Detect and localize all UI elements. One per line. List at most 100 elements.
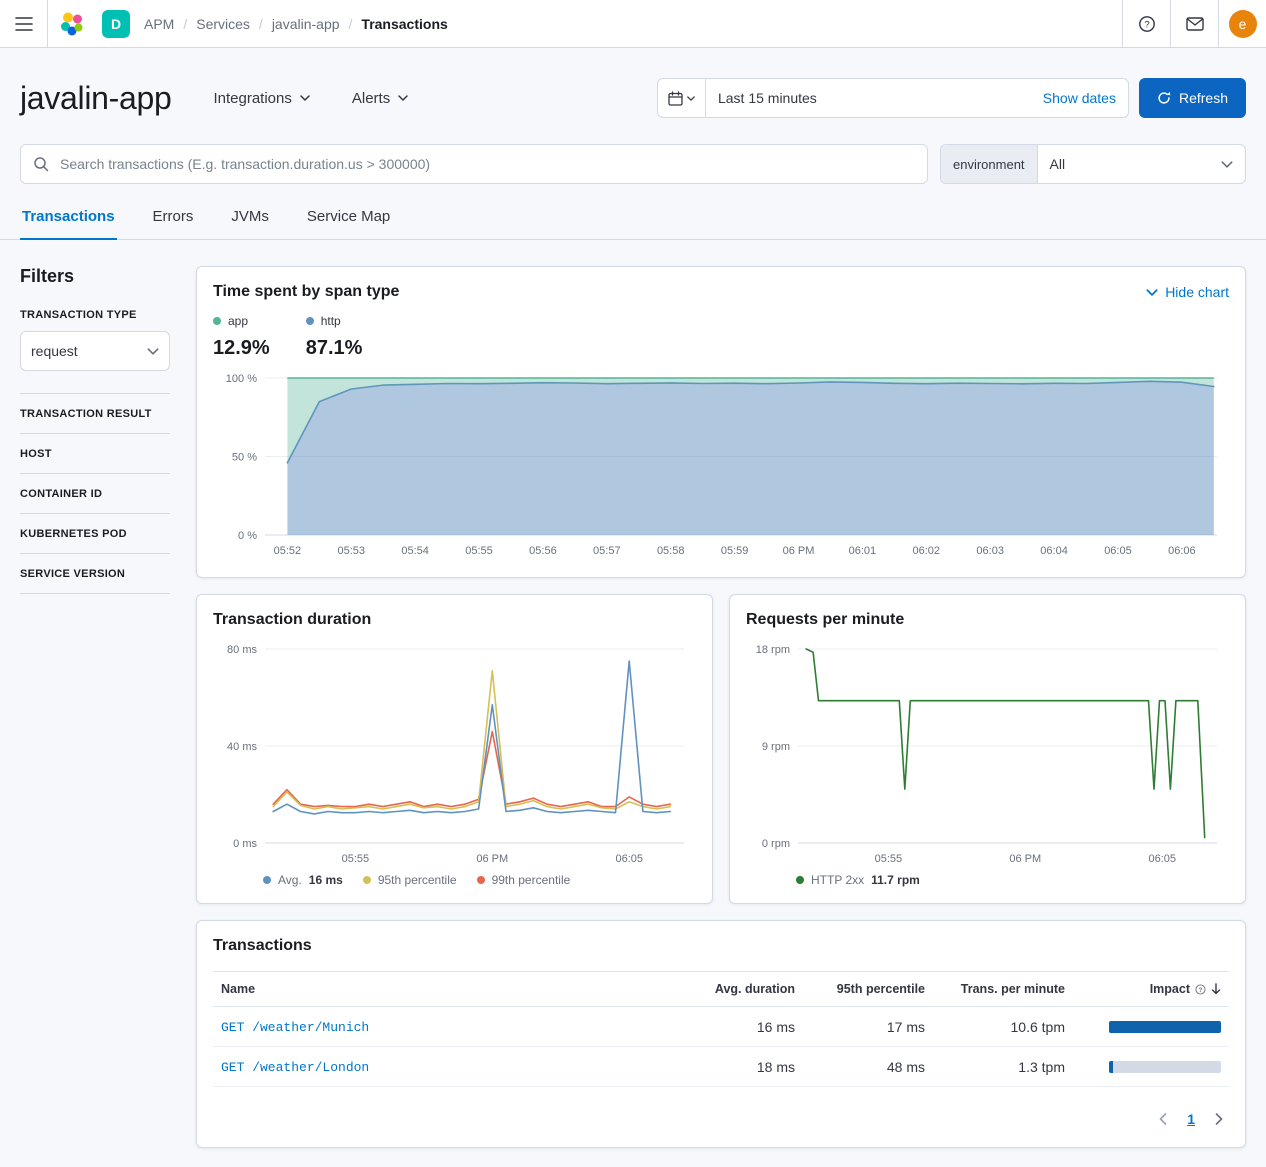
breadcrumb-separator: /: [349, 16, 353, 32]
tab-transactions[interactable]: Transactions: [20, 208, 117, 239]
breadcrumb-separator: /: [183, 16, 187, 32]
column-header-trans-per-minute[interactable]: Trans. per minute: [933, 972, 1073, 1006]
filter-section-service-version[interactable]: SERVICE VERSION: [20, 554, 170, 594]
requests-per-minute-title: Requests per minute: [746, 611, 1229, 629]
requests-per-minute-chart[interactable]: 18 rpm9 rpm0 rpm05:5506 PM06:05: [746, 637, 1229, 869]
next-page-button[interactable]: [1215, 1113, 1223, 1125]
breadcrumb-services[interactable]: Services: [196, 16, 250, 32]
alerts-label: Alerts: [352, 90, 390, 107]
integrations-label: Integrations: [213, 90, 291, 107]
hide-chart-link[interactable]: Hide chart: [1146, 284, 1229, 300]
column-header-95th-percentile[interactable]: 95th percentile: [803, 972, 933, 1006]
legend-item-http[interactable]: http: [306, 314, 363, 328]
tab-jvms[interactable]: JVMs: [229, 208, 271, 239]
transaction-link-london[interactable]: GET /weather/London: [221, 1060, 369, 1075]
impact-cell: [1073, 1010, 1229, 1044]
refresh-button[interactable]: Refresh: [1139, 78, 1246, 118]
svg-text:06:04: 06:04: [1040, 545, 1068, 557]
requests-per-minute-card: Requests per minute 18 rpm9 rpm0 rpm05:5…: [729, 594, 1246, 904]
column-header-name[interactable]: Name: [213, 972, 683, 1006]
elastic-logo[interactable]: [48, 0, 96, 47]
svg-text:05:59: 05:59: [721, 545, 749, 557]
filters-title: Filters: [20, 266, 170, 287]
avg-duration-value: 16 ms: [683, 1008, 803, 1046]
date-controls: Last 15 minutes Show dates Refresh: [657, 78, 1246, 118]
column-header-impact[interactable]: Impact ?: [1073, 972, 1229, 1006]
svg-text:06:02: 06:02: [913, 545, 941, 557]
topbar-actions: ? e: [1122, 0, 1266, 47]
transaction-type-label: TRANSACTION TYPE: [20, 309, 170, 321]
newsfeed-button[interactable]: [1170, 0, 1218, 47]
previous-page-button[interactable]: [1159, 1113, 1167, 1125]
tpm-value: 1.3 tpm: [933, 1048, 1073, 1086]
transactions-table-header: Name Avg. duration 95th percentile Trans…: [213, 971, 1229, 1007]
legend-item-p99[interactable]: 99th percentile: [477, 873, 571, 887]
filter-section-transaction-result[interactable]: TRANSACTION RESULT: [20, 394, 170, 434]
transaction-duration-legend: Avg. 16 ms 95th percentile 99th percenti…: [263, 873, 696, 887]
svg-text:05:56: 05:56: [529, 545, 557, 557]
alerts-menu[interactable]: Alerts: [352, 90, 408, 107]
impact-header-label: Impact: [1150, 982, 1190, 996]
column-header-avg-duration[interactable]: Avg. duration: [683, 972, 803, 1006]
menu-button[interactable]: [0, 0, 48, 47]
content: Filters TRANSACTION TYPE request TRANSAC…: [0, 240, 1266, 1166]
span-type-card: Time spent by span type Hide chart app 1…: [196, 266, 1246, 578]
search-box: [20, 144, 928, 184]
avg-duration-value: 18 ms: [683, 1048, 803, 1086]
svg-text:?: ?: [1144, 19, 1149, 30]
calendar-button[interactable]: [658, 79, 706, 117]
pagination: 1: [213, 1111, 1229, 1131]
environment-filter: environment All: [940, 144, 1246, 184]
legend-item-http2xx[interactable]: HTTP 2xx 11.7 rpm: [796, 873, 920, 887]
svg-text:?: ?: [1199, 986, 1203, 993]
svg-text:06:01: 06:01: [849, 545, 877, 557]
transaction-duration-chart[interactable]: 80 ms40 ms0 ms05:5506 PM06:05: [213, 637, 696, 869]
page-number-1[interactable]: 1: [1187, 1111, 1195, 1127]
svg-text:9 rpm: 9 rpm: [762, 741, 790, 753]
http2xx-legend-label: HTTP 2xx: [811, 873, 864, 887]
svg-text:0 ms: 0 ms: [233, 838, 257, 850]
avatar: e: [1229, 10, 1257, 38]
svg-text:80 ms: 80 ms: [227, 644, 257, 656]
span-type-chart[interactable]: 100 %50 %0 %05:5205:5305:5405:5505:5605:…: [213, 366, 1229, 561]
integrations-menu[interactable]: Integrations: [213, 90, 309, 107]
app-legend-dot-icon: [213, 317, 221, 325]
info-icon: ?: [1195, 984, 1206, 995]
svg-text:0 %: 0 %: [238, 530, 257, 542]
time-range-button[interactable]: Last 15 minutes Show dates: [706, 79, 1128, 117]
transaction-link-munich[interactable]: GET /weather/Munich: [221, 1020, 369, 1035]
calendar-icon: [668, 91, 683, 106]
impact-bar-track: [1109, 1021, 1221, 1033]
legend-item-avg[interactable]: Avg. 16 ms: [263, 873, 343, 887]
user-menu-button[interactable]: e: [1218, 0, 1266, 47]
tab-service-map[interactable]: Service Map: [305, 208, 392, 239]
breadcrumb-service-name[interactable]: javalin-app: [272, 16, 340, 32]
help-button[interactable]: ?: [1122, 0, 1170, 47]
p99-legend-dot-icon: [477, 876, 485, 884]
p95-legend-label: 95th percentile: [378, 873, 457, 887]
elastic-logo-icon: [59, 11, 85, 37]
impact-bar-fill: [1109, 1061, 1113, 1073]
transaction-type-select[interactable]: request: [20, 331, 170, 371]
transaction-duration-card: Transaction duration 80 ms40 ms0 ms05:55…: [196, 594, 713, 904]
svg-text:18 rpm: 18 rpm: [756, 644, 790, 656]
refresh-icon: [1157, 91, 1171, 105]
svg-text:50 %: 50 %: [232, 452, 257, 464]
chevron-down-icon: [1146, 289, 1158, 296]
legend-item-app[interactable]: app: [213, 314, 270, 328]
top-bar: D APM / Services / javalin-app / Transac…: [0, 0, 1266, 48]
filter-section-kubernetes-pod[interactable]: KUBERNETES POD: [20, 514, 170, 554]
legend-item-p95[interactable]: 95th percentile: [363, 873, 457, 887]
filter-section-host[interactable]: HOST: [20, 434, 170, 474]
search-input[interactable]: [58, 155, 915, 173]
tpm-value: 10.6 tpm: [933, 1008, 1073, 1046]
show-dates-link[interactable]: Show dates: [1043, 90, 1116, 106]
tab-errors[interactable]: Errors: [151, 208, 196, 239]
space-switcher[interactable]: D: [102, 10, 130, 38]
page-title: javalin-app: [20, 80, 171, 117]
legend-col-app: app 12.9%: [213, 314, 270, 360]
environment-select[interactable]: All: [1038, 145, 1245, 183]
breadcrumb-apm[interactable]: APM: [144, 16, 174, 32]
filter-section-container-id[interactable]: CONTAINER ID: [20, 474, 170, 514]
avg-legend-value: 16 ms: [309, 873, 343, 887]
